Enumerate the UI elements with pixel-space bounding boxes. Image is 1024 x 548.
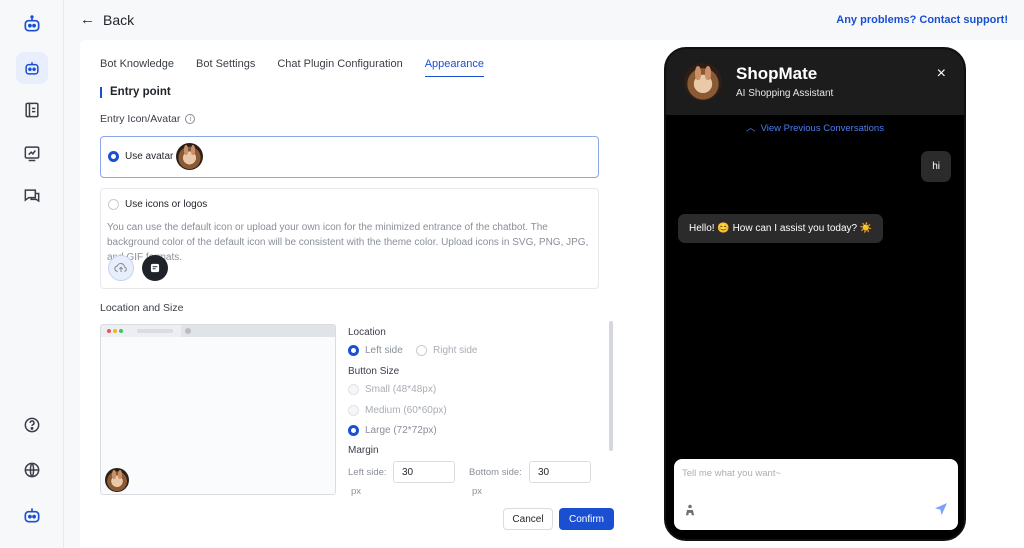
left-margin-label: Left side: xyxy=(348,467,387,478)
use-avatar-option[interactable]: Use avatar xyxy=(100,136,599,178)
size-small-option[interactable]: Small (48*48px) xyxy=(348,384,436,395)
confirm-button[interactable]: Confirm xyxy=(559,508,614,530)
chat-input-placeholder: Tell me what you want~ xyxy=(682,468,782,479)
back-label: Back xyxy=(103,11,135,28)
tab-appearance[interactable]: Appearance xyxy=(424,58,485,77)
human-agent-icon[interactable] xyxy=(683,503,697,517)
chart-icon xyxy=(24,146,40,162)
sidebar-item-knowledge[interactable] xyxy=(16,94,48,126)
preview-avatar-position xyxy=(105,468,129,492)
robot-logo-icon[interactable] xyxy=(16,8,48,40)
sidebar-item-analytics[interactable] xyxy=(16,137,48,169)
chat-header: ShopMate AI Shopping Assistant × xyxy=(666,49,964,115)
bottom-margin-label: Bottom side: xyxy=(469,467,522,478)
use-avatar-radio[interactable] xyxy=(108,151,119,162)
view-previous-conversations-link[interactable]: ︿ View Previous Conversations xyxy=(666,120,964,134)
location-label: Location xyxy=(348,327,386,338)
contact-support-link[interactable]: Any problems? Contact support! xyxy=(836,14,1008,26)
user-bot-avatar-icon[interactable] xyxy=(16,499,48,531)
location-left-label: Left side xyxy=(365,345,403,356)
location-left-option[interactable]: Left side xyxy=(348,345,403,356)
size-small-radio[interactable] xyxy=(348,384,359,395)
book-icon xyxy=(25,102,39,118)
location-right-option[interactable]: Right side xyxy=(416,345,477,356)
send-icon[interactable] xyxy=(933,501,949,517)
cancel-button[interactable]: Cancel xyxy=(503,508,553,530)
chat-bot-avatar xyxy=(684,63,722,101)
chevron-up-icon: ︿ xyxy=(746,123,756,134)
chat-input-area[interactable]: Tell me what you want~ xyxy=(674,459,958,530)
size-small-label: Small (48*48px) xyxy=(365,384,437,395)
browser-new-tab-dot xyxy=(185,328,191,334)
browser-tab-placeholder xyxy=(137,329,173,333)
sidebar xyxy=(0,0,64,548)
size-large-radio[interactable] xyxy=(348,425,359,436)
bot-avatar-image xyxy=(176,143,203,170)
tab-bot-settings[interactable]: Bot Settings xyxy=(196,58,255,77)
size-large-option[interactable]: Large (72*72px) xyxy=(348,425,437,436)
default-chat-icon-option[interactable] xyxy=(142,255,168,281)
location-right-label: Right side xyxy=(433,345,478,356)
location-right-radio[interactable] xyxy=(416,345,427,356)
use-icons-radio[interactable] xyxy=(108,199,119,210)
user-message-bubble: hi xyxy=(921,151,951,182)
entry-icon-label: Entry Icon/Avatar i xyxy=(100,113,196,125)
bottom-margin-unit: px xyxy=(472,486,483,497)
size-medium-option[interactable]: Medium (60*60px) xyxy=(348,405,447,416)
browser-bar xyxy=(101,325,335,337)
use-icons-label: Use icons or logos xyxy=(125,199,208,210)
size-medium-label: Medium (60*60px) xyxy=(365,405,447,416)
left-margin-unit: px xyxy=(351,486,362,497)
info-icon[interactable]: i xyxy=(185,114,196,124)
back-button[interactable]: ← Back xyxy=(80,11,134,28)
browser-dot-green xyxy=(119,329,123,333)
position-preview-mock xyxy=(100,324,336,495)
bottom-margin-input[interactable]: 30 xyxy=(529,461,591,483)
size-medium-radio[interactable] xyxy=(348,405,359,416)
bot-icon xyxy=(25,62,39,75)
cloud-upload-icon xyxy=(114,262,127,272)
left-margin-input[interactable]: 30 xyxy=(393,461,455,483)
use-avatar-label: Use avatar xyxy=(125,151,174,162)
browser-dot-yellow xyxy=(113,329,117,333)
globe-icon[interactable] xyxy=(16,454,48,486)
margin-label: Margin xyxy=(348,445,379,456)
sidebar-item-bots[interactable] xyxy=(16,52,48,84)
message-square-icon xyxy=(150,263,160,273)
chat-preview-phone: ShopMate AI Shopping Assistant × ︿ View P… xyxy=(664,47,966,541)
view-previous-label: View Previous Conversations xyxy=(760,123,884,134)
chat-bot-name: ShopMate xyxy=(736,64,818,83)
location-left-radio[interactable] xyxy=(348,345,359,356)
arrow-left-icon: ← xyxy=(80,11,95,28)
entry-icon-label-text: Entry Icon/Avatar xyxy=(100,113,181,125)
upload-icon-button[interactable] xyxy=(108,255,134,281)
chat-bot-subtitle: AI Shopping Assistant xyxy=(736,88,834,99)
close-icon[interactable]: × xyxy=(937,65,946,83)
chat-icon xyxy=(24,189,40,203)
tab-chat-plugin-configuration[interactable]: Chat Plugin Configuration xyxy=(277,58,402,77)
browser-dot-red xyxy=(107,329,111,333)
button-size-label: Button Size xyxy=(348,366,400,377)
top-bar: ← Back Any problems? Contact support! xyxy=(64,0,1024,40)
help-icon[interactable] xyxy=(16,409,48,441)
browser-address-bar xyxy=(181,325,335,337)
bot-message-bubble: Hello! 😊 How can I assist you today? ☀️ xyxy=(678,214,884,243)
tab-bar: Bot Knowledge Bot Settings Chat Plugin C… xyxy=(100,58,485,77)
size-large-label: Large (72*72px) xyxy=(365,425,437,436)
icon-upload-description: You can use the default icon or upload y… xyxy=(107,222,589,263)
settings-scrollbar[interactable] xyxy=(609,321,613,451)
location-size-label: Location and Size xyxy=(100,302,184,314)
sidebar-item-conversations[interactable] xyxy=(16,180,48,212)
tab-bot-knowledge[interactable]: Bot Knowledge xyxy=(100,58,174,77)
entry-point-title: Entry point xyxy=(100,86,171,98)
